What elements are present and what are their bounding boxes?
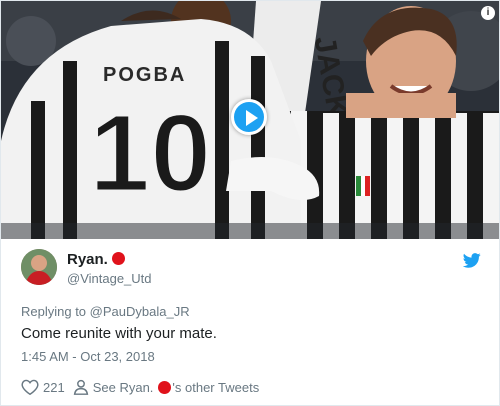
see-suffix: 's other Tweets	[172, 379, 260, 395]
play-button[interactable]	[231, 99, 267, 135]
replying-to: Replying to @PauDybala_JR	[21, 304, 190, 319]
like-button[interactable]: 221	[21, 379, 65, 395]
display-name-text: Ryan.	[67, 251, 108, 268]
tweet-timestamp[interactable]: 1:45 AM - Oct 23, 2018	[21, 349, 155, 364]
tweet-author[interactable]: Ryan. @Vintage_Utd	[21, 249, 481, 289]
user-handle[interactable]: @Vintage_Utd	[67, 271, 152, 286]
tweet-actions: 221 See Ryan. 's other Tweets	[21, 377, 267, 397]
heart-icon	[21, 379, 39, 395]
jersey-name: POGBA	[103, 64, 186, 86]
replying-to-link[interactable]: @PauDybala_JR	[90, 304, 190, 319]
like-count: 221	[43, 379, 65, 395]
person-icon	[73, 379, 88, 395]
tweet-card: JACK POGBA 10 i Ryan. @Vintage_Utd Reply…	[0, 0, 500, 406]
red-circle-emoji-icon	[111, 252, 125, 265]
see-prefix: See Ryan.	[92, 379, 154, 395]
avatar[interactable]	[21, 249, 57, 285]
jersey-number: 10	[89, 92, 211, 215]
video-thumbnail[interactable]: JACK POGBA 10 i	[1, 1, 499, 239]
info-icon[interactable]: i	[481, 6, 495, 20]
replying-label: Replying to	[21, 304, 87, 319]
red-circle-emoji-icon	[158, 380, 172, 394]
see-other-tweets-link[interactable]: See Ryan. 's other Tweets	[73, 379, 260, 395]
tweet-text: Come reunite with your mate.	[21, 325, 217, 342]
avatar-image	[21, 249, 57, 285]
twitter-bird-icon[interactable]	[463, 253, 481, 268]
display-name[interactable]: Ryan.	[67, 251, 125, 268]
